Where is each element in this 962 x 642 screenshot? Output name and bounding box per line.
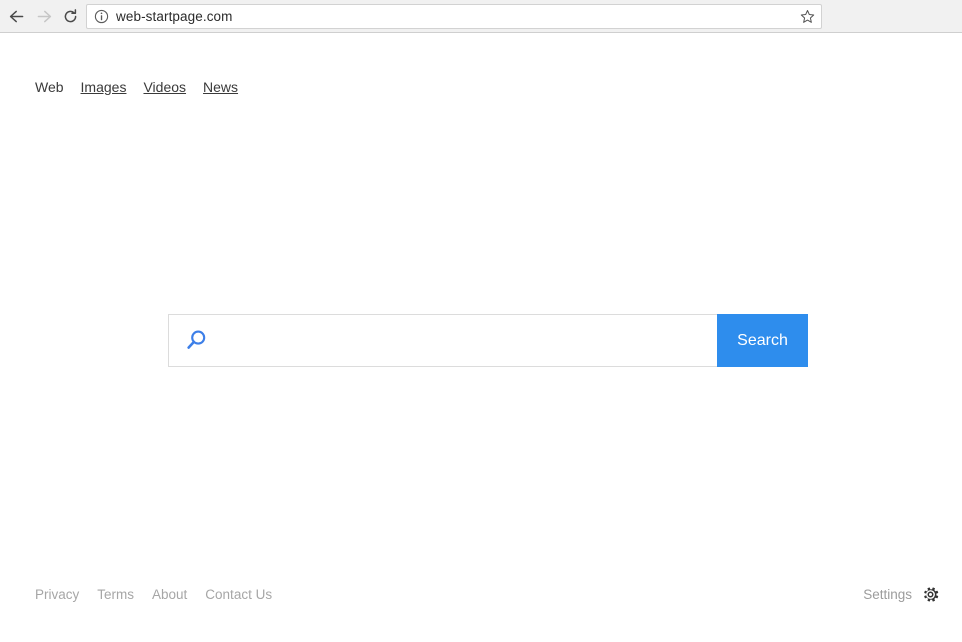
- star-icon[interactable]: [793, 5, 821, 28]
- footer-link-terms[interactable]: Terms: [97, 587, 134, 602]
- browser-toolbar: web-startpage.com: [0, 0, 962, 33]
- reload-icon: [64, 9, 76, 23]
- top-navigation: Web Images Videos News: [35, 79, 238, 95]
- settings-control[interactable]: Settings: [863, 585, 940, 604]
- settings-label: Settings: [863, 587, 912, 602]
- page-content: Web Images Videos News Search Privacy Te…: [0, 34, 962, 642]
- footer-link-privacy[interactable]: Privacy: [35, 587, 79, 602]
- address-bar[interactable]: web-startpage.com: [86, 4, 822, 29]
- nav-link-images[interactable]: Images: [81, 79, 127, 95]
- search-bar: Search: [168, 314, 808, 367]
- gear-icon[interactable]: [921, 585, 940, 604]
- footer-link-contact-us[interactable]: Contact Us: [205, 587, 272, 602]
- back-button[interactable]: [2, 0, 30, 33]
- footer-link-about[interactable]: About: [152, 587, 187, 602]
- nav-link-news[interactable]: News: [203, 79, 238, 95]
- info-circle-icon[interactable]: [94, 9, 109, 24]
- nav-link-videos[interactable]: Videos: [143, 79, 186, 95]
- search-field-wrapper[interactable]: [168, 314, 717, 367]
- reload-button[interactable]: [56, 0, 84, 33]
- search-input[interactable]: [209, 316, 717, 365]
- nav-link-web[interactable]: Web: [35, 79, 64, 95]
- magnifier-icon: [183, 328, 209, 354]
- forward-button[interactable]: [30, 0, 58, 33]
- forward-arrow-icon: [37, 10, 51, 23]
- url-text: web-startpage.com: [116, 9, 233, 24]
- back-arrow-icon: [9, 10, 23, 23]
- footer-links: Privacy Terms About Contact Us: [35, 587, 272, 602]
- search-button[interactable]: Search: [717, 314, 808, 367]
